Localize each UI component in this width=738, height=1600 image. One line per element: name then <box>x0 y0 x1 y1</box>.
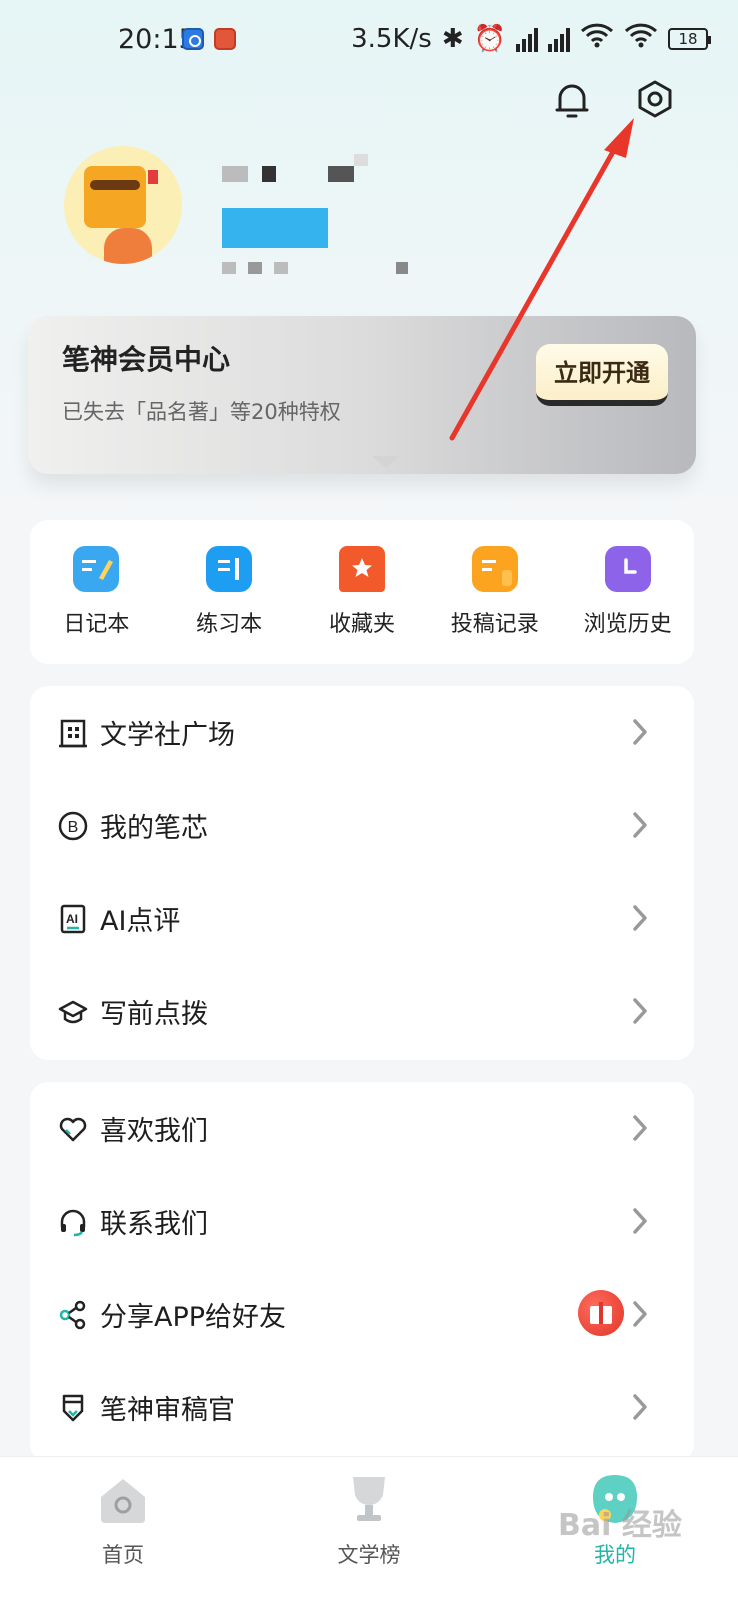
menu-item-label: 分享APP给好友 <box>100 1302 287 1333</box>
user-avatar[interactable] <box>64 146 182 264</box>
ai-doc-icon: AI <box>58 904 88 934</box>
chevron-right-icon <box>626 1205 654 1237</box>
vip-title: 笔神会员中心 <box>62 343 231 376</box>
watermark: Bai 经验 <box>558 1508 682 1543</box>
chevron-right-icon <box>626 902 654 934</box>
bluetooth-icon: ✱ <box>441 23 464 54</box>
menu-item-label: 笔神审稿官 <box>100 1395 235 1426</box>
menu-item-contact-us[interactable]: 联系我们 <box>30 1175 694 1268</box>
exercise-book-icon <box>206 546 253 592</box>
heart-icon <box>58 1114 88 1144</box>
shortcut-label: 投稿记录 <box>450 612 539 637</box>
battery-icon: 18 <box>668 27 711 50</box>
shortcut-submissions[interactable]: 投稿记录 <box>435 546 555 638</box>
history-icon <box>604 546 651 592</box>
avatar-head <box>84 166 146 228</box>
nav-literature-ranking[interactable]: 文学榜 <box>269 1457 469 1600</box>
wifi-icon <box>580 22 614 55</box>
menu-item-label: 喜欢我们 <box>100 1116 208 1147</box>
shortcut-label: 日记本 <box>63 612 130 637</box>
menu-item-like-us[interactable]: 喜欢我们 <box>30 1082 694 1175</box>
menu-item-label: 联系我们 <box>100 1209 208 1240</box>
badge-icon <box>58 1393 88 1423</box>
menu-item-label: 文学社广场 <box>100 720 235 751</box>
headset-icon <box>58 1207 88 1237</box>
shortcut-label: 练习本 <box>196 612 263 637</box>
shortcut-history[interactable]: 浏览历史 <box>568 546 688 638</box>
avatar-flag <box>148 170 158 184</box>
signal-icon-2 <box>548 26 570 52</box>
trophy-icon <box>341 1471 397 1527</box>
notification-app-icon <box>182 28 204 50</box>
chevron-right-icon <box>626 1112 654 1144</box>
menu-item-prewriting-tips[interactable]: 写前点拨 <box>30 965 694 1058</box>
vip-subtitle: 已失去「品名著」等20种特权 <box>62 400 341 424</box>
chevron-right-icon <box>626 716 654 748</box>
menu-item-label: 我的笔芯 <box>100 813 208 844</box>
svg-text:B: B <box>68 819 79 836</box>
building-icon <box>58 718 88 748</box>
diary-icon <box>73 546 120 592</box>
vip-center-card[interactable]: 笔神会员中心 已失去「品名著」等20种特权 立即开通 <box>28 316 696 474</box>
svg-text:AI: AI <box>66 912 78 926</box>
favorites-icon <box>338 546 385 592</box>
menu-item-share-app[interactable]: 分享APP给好友 <box>30 1268 694 1361</box>
shortcut-exercise-book[interactable]: 练习本 <box>169 546 289 638</box>
menu-item-my-pen-refill[interactable]: B 我的笔芯 <box>30 779 694 872</box>
notification-bell-icon[interactable] <box>552 80 592 120</box>
chevron-right-icon <box>626 809 654 841</box>
menu-item-literature-plaza[interactable]: 文学社广场 <box>30 686 694 779</box>
user-tag-blurred <box>222 208 328 248</box>
home-icon <box>95 1471 151 1527</box>
nav-label: 文学榜 <box>337 1543 401 1567</box>
vip-card-notch <box>372 456 400 468</box>
status-right: 3.5K/s ✱ ⏰ 18 <box>351 22 711 55</box>
menu-group-1: 文学社广场 B 我的笔芯 AI AI点评 写前点拨 <box>30 686 694 1060</box>
gift-icon <box>578 1290 624 1336</box>
chevron-right-icon <box>626 1298 654 1330</box>
nav-label: 首页 <box>102 1543 144 1567</box>
vip-activate-button[interactable]: 立即开通 <box>536 344 668 406</box>
shortcut-favorites[interactable]: 收藏夹 <box>302 546 422 638</box>
submission-icon <box>471 546 518 592</box>
chevron-right-icon <box>626 995 654 1027</box>
shortcut-label: 收藏夹 <box>328 612 395 637</box>
shortcut-diary[interactable]: 日记本 <box>36 546 156 638</box>
menu-item-reviewer[interactable]: 笔神审稿官 <box>30 1361 694 1454</box>
signal-icon <box>516 26 538 52</box>
shortcut-grid: 日记本 练习本 收藏夹 投稿记录 浏览历史 <box>30 520 694 664</box>
notification-app-icon-2 <box>214 28 236 50</box>
avatar-headband <box>90 180 140 190</box>
shortcut-label: 浏览历史 <box>583 612 672 637</box>
menu-item-label: AI点评 <box>100 906 181 937</box>
share-icon <box>58 1300 88 1330</box>
menu-group-2: 喜欢我们 联系我们 分享APP给好友 笔神审稿官 <box>30 1082 694 1462</box>
coin-b-icon: B <box>58 811 88 841</box>
graduation-cap-icon <box>58 997 88 1027</box>
network-speed: 3.5K/s <box>351 23 432 54</box>
wifi-icon-2 <box>624 22 658 55</box>
menu-item-ai-review[interactable]: AI AI点评 <box>30 872 694 965</box>
avatar-body <box>104 228 152 264</box>
status-bar: 20:15 3.5K/s ✱ ⏰ 18 <box>0 0 738 80</box>
nav-home[interactable]: 首页 <box>23 1457 223 1600</box>
chevron-right-icon <box>626 1391 654 1423</box>
settings-gear-icon[interactable] <box>634 78 676 120</box>
menu-item-label: 写前点拨 <box>100 999 208 1030</box>
alarm-icon: ⏰ <box>473 23 506 54</box>
